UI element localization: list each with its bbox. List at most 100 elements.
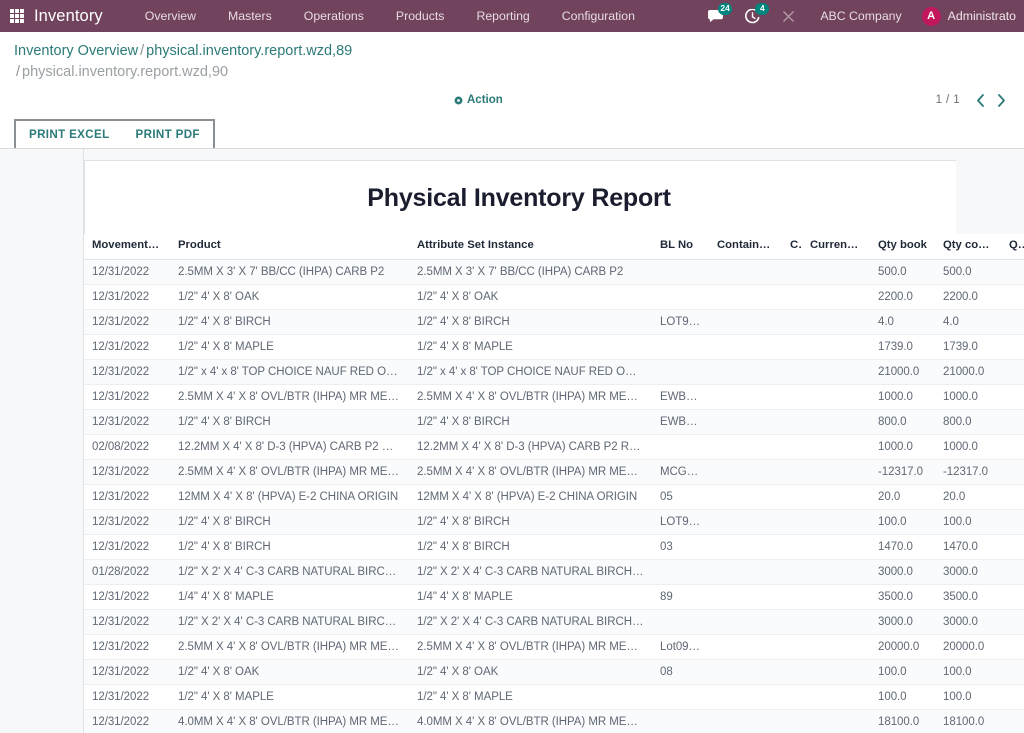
cell-product: 4.0MM X 4' X 8' OVL/BTR (IHPA) MR MERANT… [170,709,409,733]
pager-previous-button[interactable] [971,90,989,110]
cell-qty-extra [1001,509,1024,535]
action-menu-button[interactable]: Action [454,94,503,106]
print-pdf-button[interactable]: PRINT PDF [122,121,213,148]
cell-qty-book: 1000.0 [870,384,935,410]
cell-qty-count: 3000.0 [935,609,1001,635]
shortcut-button[interactable] [771,0,806,32]
cell-cc [782,634,802,660]
column-header-qty-count[interactable]: Qty count [935,234,1001,260]
menu-item-operations[interactable]: Operations [288,0,380,32]
apps-grid-icon[interactable] [10,9,24,23]
cell-qty-book: 3000.0 [870,609,935,635]
column-header-bl-no[interactable]: BL No [652,234,709,260]
column-header-movement-date[interactable]: Movement Date [84,234,170,260]
cell-bl-no: EWB09564 [652,409,709,435]
table-row[interactable]: 12/31/2022 2.5MM X 4' X 8' OVL/BTR (IHPA)… [84,634,1024,660]
cell-attribute-set-instance: 1/2" 4' X 8' BIRCH [409,534,652,560]
cell-qty-extra [1001,534,1024,560]
table-row[interactable]: 12/31/2022 1/2" 4' X 8' BIRCH 1/2" 4' X 8'… [84,309,1024,335]
menu-item-masters[interactable]: Masters [212,0,288,32]
cell-movement-date: 12/31/2022 [84,584,170,610]
cell-qty-extra [1001,684,1024,710]
cell-bl-no [652,284,709,310]
table-row[interactable]: 12/31/2022 2.5MM X 4' X 8' OVL/BTR (IHPA)… [84,459,1024,485]
cell-cc [782,259,802,285]
table-row[interactable]: 12/31/2022 1/2" X 2' X 4' C-3 CARB NATURA… [84,609,1024,635]
page-title: Physical Inventory Report [367,184,671,212]
cell-movement-date: 12/31/2022 [84,609,170,635]
column-header-cc[interactable]: Cc [782,234,802,260]
table-row[interactable]: 12/31/2022 1/4" 4' X 8' MAPLE 1/4" 4' X 8'… [84,584,1024,610]
cell-current-cost [802,709,870,733]
cell-qty-count: 1739.0 [935,334,1001,360]
cell-product: 2.5MM X 4' X 8' OVL/BTR (IHPA) MR MERANT… [170,459,409,485]
breadcrumb-root[interactable]: Inventory Overview [14,43,138,59]
cell-qty-count: 18100.0 [935,709,1001,733]
print-excel-button[interactable]: PRINT EXCEL [16,121,123,148]
cell-attribute-set-instance: 1/2" 4' X 8' MAPLE [409,334,652,360]
table-row[interactable]: 12/31/2022 1/2" 4' X 8' OAK 1/2" 4' X 8' O… [84,659,1024,685]
cell-cc [782,509,802,535]
menu-item-products[interactable]: Products [380,0,461,32]
activities-button[interactable]: 4 [734,0,771,32]
column-header-qty-book[interactable]: Qty book [870,234,935,260]
menu-item-reporting[interactable]: Reporting [460,0,545,32]
cell-current-cost [802,309,870,335]
cell-product: 1/2" 4' X 8' MAPLE [170,334,409,360]
cell-qty-book: 1470.0 [870,534,935,560]
cell-qty-extra [1001,409,1024,435]
column-header-qty-extra[interactable]: Q [1001,234,1024,260]
cell-bl-no: 03 [652,534,709,560]
menu-item-overview[interactable]: Overview [129,0,212,32]
table-row[interactable]: 12/31/2022 2.5MM X 4' X 8' OVL/BTR (IHPA)… [84,384,1024,410]
cell-cc [782,709,802,733]
cell-qty-book: 100.0 [870,509,935,535]
table-row[interactable]: 12/31/2022 1/2" 4' X 8' MAPLE 1/2" 4' X 8'… [84,334,1024,360]
table-row[interactable]: 12/31/2022 4.0MM X 4' X 8' OVL/BTR (IHPA)… [84,709,1024,733]
table-row[interactable]: 12/31/2022 1/2" 4' X 8' BIRCH 1/2" 4' X 8'… [84,409,1024,435]
company-switcher[interactable]: ABC Company [806,9,915,23]
cell-container [709,659,782,685]
table-row[interactable]: 12/31/2022 1/2" 4' X 8' BIRCH 1/2" 4' X 8'… [84,534,1024,560]
activities-count-badge: 4 [755,3,770,15]
table-row[interactable]: 01/28/2022 1/2" X 2' X 4' C-3 CARB NATURA… [84,559,1024,585]
cell-qty-book: 20.0 [870,484,935,510]
app-brand-inventory[interactable]: Inventory [34,7,103,26]
cell-attribute-set-instance: 12.2MM X 4' X 8' D-3 (HPVA) CARB P2 RED … [409,434,652,460]
cell-qty-extra [1001,559,1024,585]
report-scroll-window[interactable]: Physical Inventory Report Movement Date … [84,160,1024,733]
table-row[interactable]: 12/31/2022 2.5MM X 3' X 7' BB/CC (IHPA) C… [84,259,1024,285]
table-row[interactable]: 12/31/2022 1/2" 4' X 8' BIRCH 1/2" 4' X 8'… [84,509,1024,535]
user-menu[interactable]: A Administrato [916,6,1024,26]
cell-qty-count: 20.0 [935,484,1001,510]
cell-qty-extra [1001,259,1024,285]
menu-item-configuration[interactable]: Configuration [546,0,651,32]
cell-movement-date: 02/08/2022 [84,434,170,460]
table-row[interactable]: 12/31/2022 1/2" x 4' x 8' TOP CHOICE NAUF… [84,359,1024,385]
column-header-current-cost[interactable]: Current Cost [802,234,870,260]
table-row[interactable]: 12/31/2022 1/2" 4' X 8' OAK 1/2" 4' X 8' O… [84,284,1024,310]
cell-bl-no [652,434,709,460]
user-name-label: Administrato [947,9,1016,23]
table-row[interactable]: 12/31/2022 12MM X 4' X 8' (HPVA) E-2 CHIN… [84,484,1024,510]
cell-current-cost [802,334,870,360]
cell-container [709,409,782,435]
cell-attribute-set-instance: 1/2" 4' X 8' BIRCH [409,309,652,335]
column-header-product[interactable]: Product [170,234,409,260]
cell-qty-book: 500.0 [870,259,935,285]
cell-product: 1/2" 4' X 8' MAPLE [170,684,409,710]
cell-product: 1/2" X 2' X 4' C-3 CARB NATURAL BIRCH #6… [170,609,409,635]
table-row[interactable]: 12/31/2022 1/2" 4' X 8' MAPLE 1/2" 4' X 8'… [84,684,1024,710]
table-row[interactable]: 02/08/2022 12.2MM X 4' X 8' D-3 (HPVA) CA… [84,434,1024,460]
control-panel-actions-row: Action 1 / 1 [14,87,1010,113]
gear-icon [454,96,463,105]
column-header-container[interactable]: Container ... [709,234,782,260]
cell-cc [782,484,802,510]
cell-attribute-set-instance: 1/2" X 2' X 4' C-3 CARB NATURAL BIRCH #6… [409,609,652,635]
messages-button[interactable]: 24 [697,0,734,32]
breadcrumb-level-1[interactable]: physical.inventory.report.wzd,89 [146,43,352,59]
column-header-attribute-set-instance[interactable]: Attribute Set Instance [409,234,652,260]
pager-next-button[interactable] [992,90,1010,110]
cell-bl-no: EWB0943 [652,384,709,410]
cell-bl-no [652,259,709,285]
